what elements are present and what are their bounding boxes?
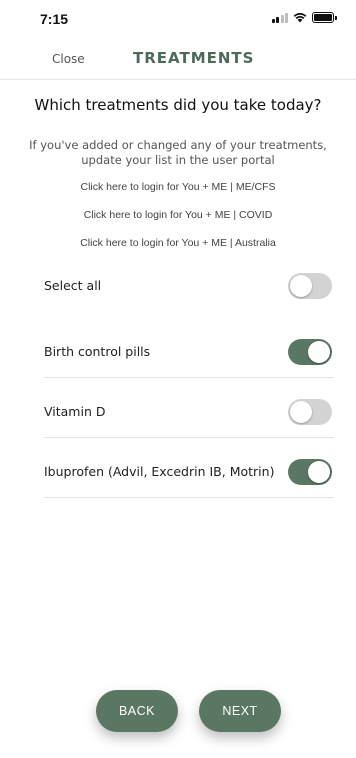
question-heading: Which treatments did you take today? <box>34 96 322 114</box>
treatment-label: Vitamin D <box>44 404 106 419</box>
treatment-label: Birth control pills <box>44 344 151 359</box>
vitamin-d-toggle[interactable] <box>288 399 332 425</box>
next-button[interactable]: NEXT <box>199 690 281 732</box>
back-button[interactable]: BACK <box>96 690 178 732</box>
login-link-mecfs[interactable]: Click here to login for You + ME | ME/CF… <box>0 181 356 193</box>
ibuprofen-toggle[interactable] <box>288 459 332 485</box>
status-bar: 7:15 <box>0 0 356 40</box>
treatment-row-vitamin-d: Vitamin D <box>44 390 334 438</box>
battery-icon <box>312 12 337 23</box>
treatment-label: Ibuprofen (Advil, Excedrin IB, Motrin) <box>44 464 275 479</box>
select-all-label: Select all <box>44 278 102 293</box>
close-button[interactable]: Close <box>52 52 85 66</box>
birth-control-toggle[interactable] <box>288 339 332 365</box>
signal-icon <box>271 12 288 23</box>
status-icons <box>271 12 337 23</box>
select-all-toggle[interactable] <box>288 273 332 299</box>
page-title: TREATMENTS <box>133 49 255 67</box>
status-time: 7:15 <box>40 11 69 27</box>
treatment-row-birth-control: Birth control pills <box>44 330 334 378</box>
treatment-row-ibuprofen: Ibuprofen (Advil, Excedrin IB, Motrin) <box>44 450 334 498</box>
login-link-covid[interactable]: Click here to login for You + ME | COVID <box>0 209 356 221</box>
wifi-icon <box>293 13 307 23</box>
header: Close TREATMENTS <box>0 40 356 80</box>
info-text: If you've added or changed any of your t… <box>29 138 327 167</box>
login-link-australia[interactable]: Click here to login for You + ME | Austr… <box>0 237 356 249</box>
select-all-row: Select all <box>44 264 334 312</box>
